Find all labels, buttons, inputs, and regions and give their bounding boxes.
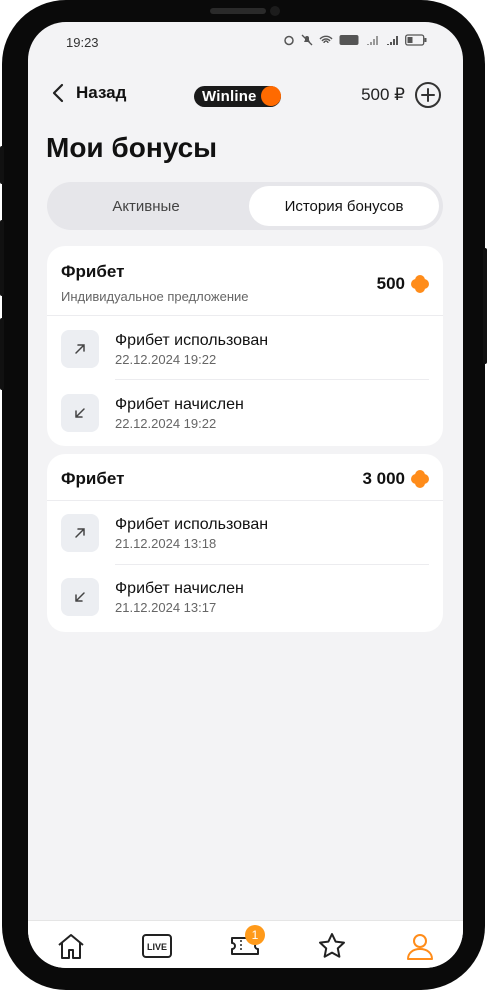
history-row-title: Фрибет начислен bbox=[115, 580, 244, 597]
arrow-down-left-icon bbox=[61, 578, 99, 616]
bonus-card-subtitle: Индивидуальное предложение bbox=[61, 289, 249, 304]
phone-frame: 19:23 Назад Winline 500 ₽ Мои бонусы Акт… bbox=[0, 0, 487, 990]
status-time: 19:23 bbox=[66, 35, 99, 50]
history-row[interactable]: Фрибет использован 22.12.2024 19:22 bbox=[61, 330, 431, 382]
history-row-date: 21.12.2024 13:18 bbox=[115, 536, 217, 551]
nav-home[interactable] bbox=[53, 931, 89, 961]
add-funds-button[interactable] bbox=[415, 82, 441, 108]
back-button[interactable]: Назад bbox=[52, 83, 126, 103]
speaker bbox=[210, 8, 266, 14]
bonus-card-title: Фрибет bbox=[61, 469, 125, 488]
bonus-card-title: Фрибет bbox=[61, 262, 125, 281]
phone-side-button bbox=[0, 146, 4, 184]
nav-live[interactable]: LIVE bbox=[139, 931, 175, 961]
coupon-badge: 1 bbox=[245, 925, 265, 945]
history-row-date: 22.12.2024 19:22 bbox=[115, 352, 217, 367]
signal-icon bbox=[387, 36, 398, 45]
nav-profile[interactable] bbox=[402, 931, 438, 961]
phone-side-button bbox=[0, 318, 4, 390]
top-bar: Назад Winline 500 ₽ bbox=[28, 77, 463, 113]
alarm-icon bbox=[284, 35, 294, 46]
arrow-up-right-icon bbox=[61, 514, 99, 552]
bottom-nav: LIVE 1 bbox=[28, 920, 463, 968]
divider bbox=[115, 379, 429, 380]
arrow-up-right-icon bbox=[61, 330, 99, 368]
bonus-amount: 500 bbox=[377, 274, 429, 294]
history-row[interactable]: Фрибет использован 21.12.2024 13:18 bbox=[61, 514, 431, 566]
history-row-title: Фрибет начислен bbox=[115, 396, 244, 413]
history-row-date: 22.12.2024 19:22 bbox=[115, 416, 217, 431]
arrow-down-left-icon bbox=[61, 394, 99, 432]
bonus-coin-icon bbox=[411, 470, 429, 488]
history-row-title: Фрибет использован bbox=[115, 332, 269, 349]
plus-icon bbox=[421, 88, 435, 102]
star-icon bbox=[319, 933, 345, 958]
divider bbox=[115, 564, 429, 565]
wifi-icon bbox=[319, 35, 333, 44]
nav-favorites[interactable] bbox=[314, 931, 350, 961]
signal-icon bbox=[367, 36, 378, 45]
bonus-amount-value: 3 000 bbox=[362, 469, 405, 488]
status-bar: 19:23 bbox=[28, 22, 463, 62]
nav-coupon[interactable]: 1 bbox=[227, 925, 265, 961]
chevron-left-icon bbox=[52, 83, 64, 103]
live-label: LIVE bbox=[147, 942, 167, 952]
history-row-date: 21.12.2024 13:17 bbox=[115, 600, 217, 615]
profile-icon bbox=[407, 934, 433, 960]
mute-icon bbox=[301, 34, 313, 46]
history-row[interactable]: Фрибет начислен 21.12.2024 13:17 bbox=[61, 578, 431, 630]
screen: 19:23 Назад Winline 500 ₽ Мои бонусы Акт… bbox=[28, 22, 463, 968]
divider bbox=[47, 315, 443, 316]
tab-active[interactable]: Активные bbox=[51, 186, 241, 226]
balance-amount: 500 ₽ bbox=[361, 85, 405, 104]
back-label: Назад bbox=[76, 83, 127, 102]
battery-icon bbox=[405, 34, 427, 46]
bonus-amount: 3 000 bbox=[362, 469, 429, 489]
status-icons bbox=[283, 34, 427, 46]
bonus-card: Фрибет Индивидуальное предложение 500 Фр… bbox=[47, 246, 443, 446]
volte-icon bbox=[339, 35, 359, 45]
history-row-title: Фрибет использован bbox=[115, 516, 269, 533]
live-icon: LIVE bbox=[142, 934, 172, 958]
balance: 500 ₽ bbox=[361, 82, 441, 108]
home-icon bbox=[58, 934, 84, 959]
winline-logo: Winline bbox=[194, 85, 281, 107]
history-row[interactable]: Фрибет начислен 22.12.2024 19:22 bbox=[61, 394, 431, 446]
tab-bonus-history[interactable]: История бонусов bbox=[249, 186, 439, 226]
page-title: Мои бонусы bbox=[46, 132, 218, 163]
tabs: Активные История бонусов bbox=[47, 182, 443, 230]
bonus-card: Фрибет 3 000 Фрибет использован 21.12.20… bbox=[47, 454, 443, 632]
bonus-amount-value: 500 bbox=[376, 274, 405, 293]
bonus-coin-icon bbox=[411, 275, 429, 293]
phone-side-button bbox=[483, 248, 487, 364]
phone-side-button bbox=[0, 220, 4, 296]
front-camera bbox=[270, 6, 280, 16]
divider bbox=[47, 500, 443, 501]
logo-dot bbox=[260, 86, 281, 106]
